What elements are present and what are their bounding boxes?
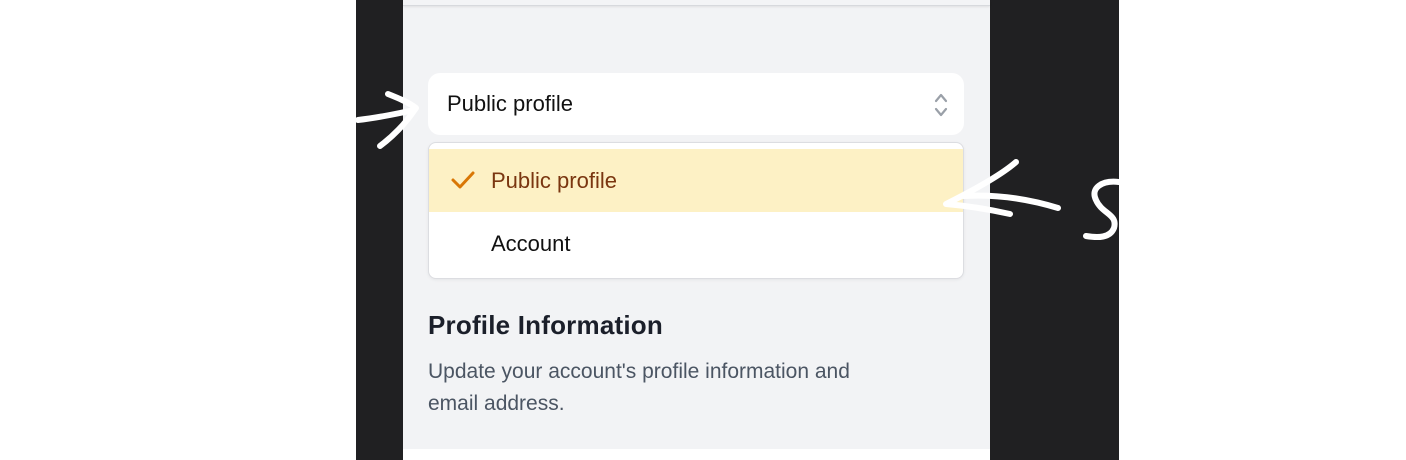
- annotation-arrow-left: [356, 91, 419, 149]
- check-icon: [451, 171, 475, 189]
- section-title: Profile Information: [428, 310, 663, 340]
- panel-top-divider: [403, 0, 990, 6]
- dropdown-option-account[interactable]: Account: [429, 212, 963, 275]
- dropdown-option-public-profile[interactable]: Public profile: [429, 149, 963, 212]
- section-select-value: Public profile: [447, 91, 573, 116]
- option-label: Public profile: [491, 167, 617, 193]
- section-dropdown-menu: Public profile Account: [428, 142, 964, 279]
- annotation-arrow-right: [943, 159, 1119, 240]
- section-description: Update your account's profile informatio…: [428, 360, 850, 415]
- section-select[interactable]: Public profile: [428, 73, 964, 135]
- option-label: Account: [491, 230, 571, 256]
- panel-bottom-area: [403, 449, 990, 460]
- chevron-up-down-icon: [934, 93, 948, 117]
